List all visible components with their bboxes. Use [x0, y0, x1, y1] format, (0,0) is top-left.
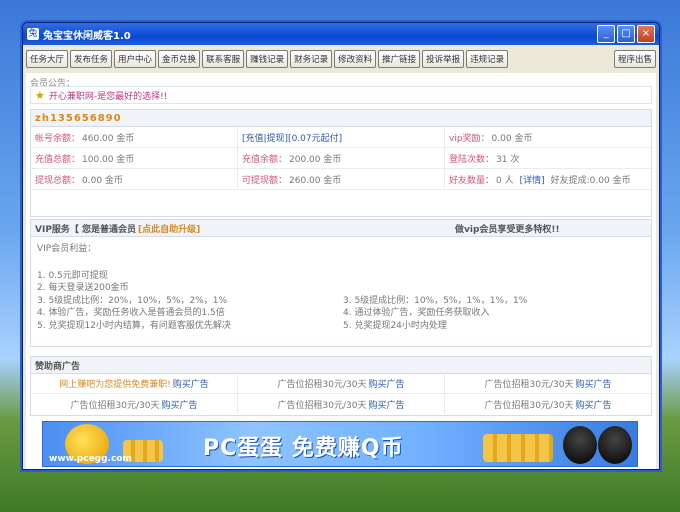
edit-profile-button[interactable]: 修改资料: [334, 50, 377, 68]
user-panel: zh135656890 帐号余额： 460.00 金币 [充值|提现][0.07元…: [30, 109, 652, 217]
title-bar[interactable]: 兔 兔宝宝休闲威客1.0 _ □ ×: [23, 23, 659, 45]
cell-label: vip奖励：: [449, 133, 490, 144]
ad-cell[interactable]: 广告位招租30元/30天 购买广告: [238, 373, 445, 393]
ad-cell[interactable]: 广告位招租30元/30天 购买广告: [238, 394, 445, 414]
cell-value: 0 人: [496, 175, 514, 186]
publish-task-button[interactable]: 发布任务: [70, 50, 113, 68]
ad-row: 广告位招租30元/30天 购买广告 广告位招租30元/30天 购买广告 广告位招租3…: [31, 394, 651, 414]
account-balance-cell: 帐号余额： 460.00 金币: [31, 127, 238, 147]
window-title: 兔宝宝休闲威客1.0: [43, 30, 131, 42]
cell-label: 充值余额：: [242, 154, 288, 165]
maximize-button[interactable]: □: [617, 25, 635, 43]
ad-text: 广告位招租30元/30天: [484, 400, 574, 411]
ad-cell[interactable]: 广告位招租30元/30天 购买广告: [445, 394, 651, 414]
vip-rule-left: 4. 体验广告，奖励任务收入是普通会员的1.5倍: [37, 308, 225, 318]
vip-body: VIP会员利益： 1. 0.5元即可提现 2. 每天登录送200金币 3. 5级…: [30, 236, 652, 347]
normal-rule-right: 5. 兑奖提现24小时内处理: [343, 321, 447, 331]
buy-ad-link[interactable]: 购买广告: [368, 398, 404, 411]
recharge-balance-cell: 充值余额： 200.00 金币: [238, 148, 445, 168]
violation-record-button[interactable]: 违规记录: [466, 50, 509, 68]
user-row: 帐号余额： 460.00 金币 [充值|提现][0.07元起付] vip奖励： 0.…: [31, 127, 651, 148]
ad-cell[interactable]: 广告位招租30元/30天 购买广告: [31, 394, 238, 414]
recharge-withdraw-link[interactable]: [充值|提现][0.07元起付]: [242, 131, 342, 144]
vip-reward-cell: vip奖励： 0.00 金币: [445, 127, 651, 147]
cell-value: 31 次: [496, 154, 520, 165]
cell-label: 帐号余额：: [35, 133, 81, 144]
main-content: 会员公告： ★ 开心兼职网-是您最好的选择!! zh135656890 帐号余额…: [26, 73, 656, 469]
ad-text: 网上赚吧为您提供免费兼职!: [59, 379, 171, 390]
buy-ad-link[interactable]: 购买广告: [368, 377, 404, 390]
cell-label: 提现总额：: [35, 175, 81, 186]
recharge-withdraw-cell: [充值|提现][0.07元起付]: [238, 127, 445, 147]
finance-record-button[interactable]: 财务记录: [290, 50, 333, 68]
ad-text: 广告位招租30元/30天: [484, 379, 574, 390]
user-row: 提现总额： 0.00 金币 可提现额： 260.00 金币 好友数量： 0 人 [详情]…: [31, 169, 651, 190]
buy-ad-link[interactable]: 购买广告: [173, 377, 209, 390]
penguin-icon: [598, 426, 632, 464]
ad-row: 网上赚吧为您提供免费兼职! 购买广告 广告位招租30元/30天 购买广告 广告位招租…: [31, 373, 651, 394]
promo-link-button[interactable]: 推广链接: [378, 50, 421, 68]
ad-text: 广告位招租30元/30天: [70, 400, 160, 411]
user-row: 充值总额： 100.00 金币 充值余额： 200.00 金币 登陆次数： 31 次: [31, 148, 651, 169]
vip-rule-left: 5. 兑奖提现12小时内结算，有问题客服优先解决: [37, 321, 231, 331]
ad-text: 广告位招租30元/30天: [277, 379, 367, 390]
app-icon: 兔: [27, 28, 39, 40]
pcegg-banner[interactable]: PC蛋蛋 免费赚Q币 www.pcegg.com: [42, 421, 638, 467]
notice-box: ★ 开心兼职网-是您最好的选择!!: [30, 86, 652, 104]
login-count-cell: 登陆次数： 31 次: [445, 148, 651, 168]
vip-upgrade-link[interactable]: [点此自助升级]: [138, 222, 200, 235]
penguin-icon: [563, 426, 597, 464]
cell-value: 0.00 金币: [491, 133, 533, 144]
buy-ad-link[interactable]: 购买广告: [161, 398, 197, 411]
close-button[interactable]: ×: [637, 25, 655, 43]
vip-rule-left: 2. 每天登录送200金币: [37, 283, 129, 293]
recharge-total-cell: 充值总额： 100.00 金币: [31, 148, 238, 168]
ad-grid: 网上赚吧为您提供免费兼职! 购买广告 广告位招租30元/30天 购买广告 广告位招租…: [30, 373, 652, 416]
earnings-record-button[interactable]: 赚钱记录: [246, 50, 289, 68]
app-window: 兔 兔宝宝休闲威客1.0 _ □ × 任务大厅 发布任务 用户中心 金币兑换 联…: [22, 22, 660, 470]
user-header: zh135656890: [31, 110, 651, 127]
vip-title: VIP服务【 您是普通会员: [35, 224, 137, 235]
ad-text: 广告位招租30元/30天: [277, 400, 367, 411]
buy-ad-link[interactable]: 购买广告: [575, 377, 611, 390]
cell-label: 登陆次数：: [449, 154, 495, 165]
cell-value: 0.00 金币: [82, 175, 123, 186]
contact-support-button[interactable]: 联系客服: [202, 50, 245, 68]
withdrawable-cell: 可提现额： 260.00 金币: [238, 169, 445, 189]
cell-label: 可提现额：: [242, 175, 288, 186]
cell-value: 100.00 金币: [82, 154, 135, 165]
cell-value: 460.00 金币: [82, 133, 135, 144]
minimize-button[interactable]: _: [597, 25, 615, 43]
star-icon: ★: [35, 88, 45, 102]
detail-link[interactable]: [详情]: [520, 173, 545, 186]
coins-icon: [483, 434, 553, 462]
complaint-button[interactable]: 投诉举报: [422, 50, 465, 68]
program-sale-button[interactable]: 程序出售: [613, 50, 656, 68]
vip-rights-label: VIP会员利益：: [37, 244, 97, 254]
banner-url: www.pcegg.com: [49, 454, 132, 464]
vip-invite-text: 做vip会员享受更多特权!!: [455, 224, 560, 235]
normal-rule-right: 4. 通过体验广告，奖励任务获取收入: [343, 308, 490, 318]
user-center-button[interactable]: 用户中心: [114, 50, 157, 68]
username: zh135656890: [35, 112, 122, 124]
vip-header: VIP服务【 您是普通会员 [点此自助升级] 做vip会员享受更多特权!!: [30, 219, 652, 237]
cell-value: 200.00 金币: [289, 154, 342, 165]
friend-count-cell: 好友数量： 0 人 [详情] 好友提成:0.00 金币: [445, 169, 651, 189]
sponsor-header: 赞助商广告: [30, 356, 652, 374]
buy-ad-link[interactable]: 购买广告: [575, 398, 611, 411]
ad-cell[interactable]: 广告位招租30元/30天 购买广告: [445, 373, 651, 393]
task-hall-button[interactable]: 任务大厅: [26, 50, 69, 68]
coin-exchange-button[interactable]: 金币兑换: [158, 50, 201, 68]
friend-withdraw-text: 好友提成:0.00 金币: [550, 175, 631, 186]
banner-title: PC蛋蛋 免费赚Q币: [203, 436, 404, 461]
toolbar: 任务大厅 发布任务 用户中心 金币兑换 联系客服 赚钱记录 财务记录 修改资料 …: [23, 45, 659, 73]
cell-label: 充值总额：: [35, 154, 81, 165]
cell-value: 260.00 金币: [289, 175, 342, 186]
withdraw-total-cell: 提现总额： 0.00 金币: [31, 169, 238, 189]
cell-label: 好友数量：: [449, 175, 495, 186]
notice-text: 开心兼职网-是您最好的选择!!: [48, 91, 168, 102]
ad-cell[interactable]: 网上赚吧为您提供免费兼职! 购买广告: [31, 373, 238, 393]
